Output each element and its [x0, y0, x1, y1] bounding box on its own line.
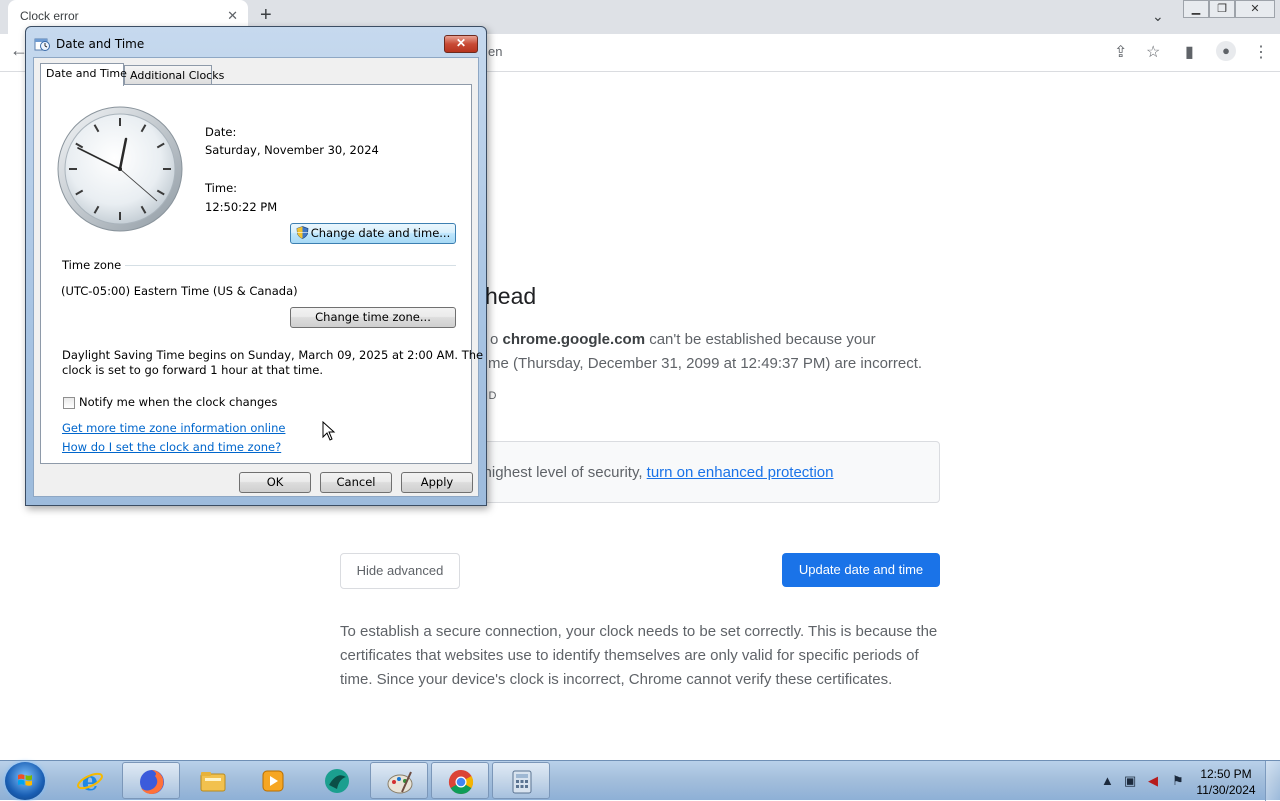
file-explorer-icon [200, 772, 226, 792]
action-center-flag-icon[interactable]: ⚑ [1172, 773, 1184, 789]
show-desktop-button[interactable] [1265, 761, 1280, 801]
new-tab-button[interactable]: + [260, 4, 272, 27]
volume-muted-icon[interactable]: ◀ [1148, 773, 1158, 789]
time-value: 12:50:22 PM [205, 200, 278, 214]
ok-button[interactable]: OK [239, 472, 311, 493]
address-bar[interactable]: en [488, 44, 502, 59]
apply-button[interactable]: Apply [401, 472, 473, 493]
taskbar-file-explorer[interactable] [184, 762, 242, 799]
change-timezone-button[interactable]: Change time zone... [290, 307, 456, 328]
timezone-value: (UTC-05:00) Eastern Time (US & Canada) [61, 284, 298, 298]
update-date-time-button[interactable]: Update date and time [782, 553, 940, 587]
explanation-text: To establish a secure connection, your c… [340, 623, 938, 688]
dst-info-line2: clock is set to go forward 1 hour at tha… [62, 363, 324, 377]
side-panel-icon[interactable]: ▮ [1185, 42, 1194, 62]
date-label: Date: [205, 125, 237, 139]
window-close-button[interactable]: ✕ [1235, 0, 1275, 18]
windows-logo-icon [18, 774, 32, 786]
network-icon[interactable]: ▣ [1124, 773, 1136, 789]
mouse-pointer-icon [322, 421, 336, 441]
clock-help-link[interactable]: How do I set the clock and time zone? [62, 440, 281, 454]
minimize-button[interactable]: ▁ [1183, 0, 1209, 18]
profile-avatar-icon[interactable]: ● [1216, 41, 1236, 61]
restore-button[interactable]: ❐ [1209, 0, 1235, 18]
start-button[interactable] [5, 762, 45, 800]
share-icon[interactable]: ⇪ [1114, 42, 1127, 62]
app-icon [325, 769, 349, 793]
dst-info-line1: Daylight Saving Time begins on Sunday, M… [62, 348, 484, 362]
taskbar-calculator[interactable] [492, 762, 550, 799]
timezone-header: Time zone [62, 258, 122, 272]
taskbar-chrome[interactable] [431, 762, 489, 799]
notify-checkbox[interactable] [63, 397, 75, 409]
paint-icon [387, 771, 413, 794]
datetime-app-icon [34, 38, 50, 51]
dialog-close-button[interactable]: ✕ [444, 35, 478, 53]
uac-shield-icon [296, 226, 309, 239]
taskbar-clock-date[interactable]: 11/30/2024 [1196, 783, 1256, 797]
taskbar-clock-time[interactable]: 12:50 PM [1196, 767, 1256, 781]
enhanced-protection-link[interactable]: turn on enhanced protection [647, 464, 834, 481]
tab-date-and-time[interactable]: Date and Time [40, 63, 127, 86]
calculator-icon [512, 770, 532, 794]
taskbar-internet-explorer[interactable]: e [61, 762, 119, 799]
date-time-dialog: Date and Time ✕ Date and Time Additional… [25, 26, 487, 506]
taskbar: e ▲ ▣ ◀ ⚑ 12:50 PM 11/30/2024 [0, 760, 1280, 801]
dialog-title: Date and Time [56, 37, 145, 51]
tab-title: Clock error [20, 9, 79, 23]
show-hidden-icons[interactable]: ▲ [1101, 773, 1114, 788]
taskbar-app[interactable] [308, 762, 366, 799]
notify-checkbox-label[interactable]: Notify me when the clock changes [79, 395, 277, 409]
internet-explorer-icon: e [77, 767, 103, 795]
cancel-button[interactable]: Cancel [320, 472, 392, 493]
dialog-body: Date and Time Additional Clocks Date: Sa… [33, 57, 483, 497]
media-player-icon [262, 770, 284, 792]
bookmark-star-icon[interactable]: ☆ [1146, 42, 1160, 62]
timezone-info-link[interactable]: Get more time zone information online [62, 421, 285, 435]
date-value: Saturday, November 30, 2024 [205, 143, 379, 157]
timezone-separator [125, 265, 456, 266]
change-date-time-button[interactable]: Change date and time... [290, 223, 456, 244]
domain-name: chrome.google.com [502, 331, 646, 348]
menu-dots-icon[interactable]: ⋮ [1253, 42, 1269, 62]
taskbar-media-player[interactable] [244, 762, 302, 799]
firefox-icon [140, 770, 164, 794]
tab-search-icon[interactable]: ⌄ [1152, 8, 1164, 25]
taskbar-firefox[interactable] [122, 762, 180, 799]
hide-advanced-button[interactable]: Hide advanced [340, 553, 460, 589]
tab-additional-clocks[interactable]: Additional Clocks [124, 65, 224, 85]
chrome-icon [448, 770, 474, 795]
tab-close-icon[interactable]: ✕ [227, 8, 238, 24]
svg-text:e: e [82, 767, 99, 795]
time-label: Time: [205, 181, 238, 195]
date-time-panel: Date: Saturday, November 30, 2024 Time: … [40, 84, 483, 464]
taskbar-paint[interactable] [370, 762, 428, 799]
analog-clock [57, 106, 183, 232]
